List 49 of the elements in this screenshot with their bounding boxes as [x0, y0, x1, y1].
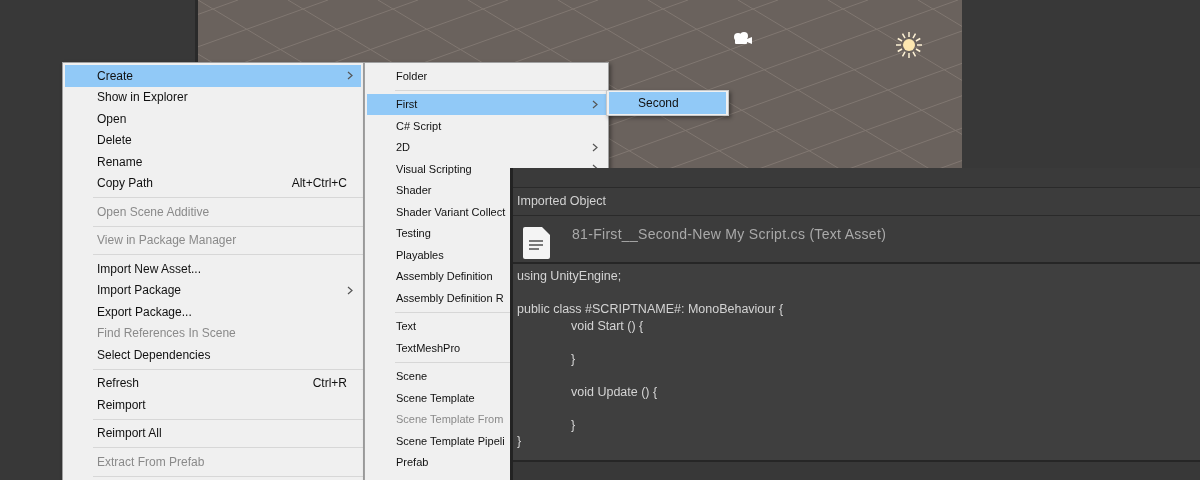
menu-item[interactable]: Shader	[396, 182, 432, 199]
code-line: using UnityEngine;	[517, 268, 623, 285]
code-line: void Update () {	[570, 383, 659, 400]
menu-item[interactable]: Text	[396, 318, 417, 335]
shortcut-text: Alt+Ctrl+C	[291, 175, 347, 193]
menu-item[interactable]: Refresh	[97, 374, 140, 393]
menu-item[interactable]: Visual Scripting	[396, 160, 472, 177]
camera-icon	[733, 31, 753, 46]
code-line: public class #SCRIPTNAME#: MonoBehaviour {	[517, 301, 785, 318]
menu-item[interactable]: Assembly Definition	[396, 268, 493, 285]
chevron-icon	[592, 142, 598, 152]
asset-title: 81-First__Second-New My Script.cs (Text Asset)	[572, 225, 887, 244]
menu-item[interactable]: C# Script	[396, 117, 442, 134]
menu-item[interactable]: Playables	[396, 246, 444, 263]
menu-item[interactable]: Rename	[97, 152, 143, 171]
chevron-icon	[347, 71, 353, 81]
menu-item[interactable]: Select Dependencies	[97, 345, 211, 364]
menu-item[interactable]: First	[367, 93, 606, 115]
menu-item[interactable]: Testing	[396, 225, 431, 242]
code-line: void Start () {	[570, 317, 645, 334]
code-line: }	[570, 350, 577, 367]
code-line: }	[517, 433, 523, 450]
menu-item[interactable]: Export Package...	[97, 302, 192, 321]
menu-item[interactable]: Second	[609, 92, 726, 114]
document-icon	[523, 227, 550, 259]
inspector-header: Imported Object	[517, 193, 606, 211]
shortcut-text: Ctrl+R	[312, 375, 347, 393]
code-line: }	[570, 416, 577, 433]
menu-item[interactable]: Import New Asset...	[97, 259, 202, 278]
menu-item[interactable]: Reimport All	[97, 424, 162, 443]
menu-item[interactable]: Folder	[396, 67, 428, 84]
chevron-icon	[592, 99, 598, 109]
menu-item[interactable]: Scene Template Pipeli	[396, 432, 505, 449]
menu-item[interactable]: Open	[97, 109, 127, 128]
chevron-icon	[347, 285, 353, 295]
menu-item[interactable]: Reimport	[97, 395, 146, 414]
menu-item[interactable]: Scene	[396, 368, 428, 385]
menu-item[interactable]: Delete	[97, 131, 132, 150]
menu-item[interactable]: Import Package	[97, 281, 182, 300]
menu-item[interactable]: 2D	[396, 139, 411, 156]
menu-item[interactable]: Prefab	[396, 454, 429, 471]
menu-item[interactable]: Scene Template	[396, 389, 475, 406]
menu-item[interactable]: Show in Explorer	[97, 88, 188, 107]
menu-item[interactable]: TextMeshPro	[396, 339, 461, 356]
menu-item[interactable]: Create	[65, 65, 361, 87]
sun-icon	[895, 31, 923, 59]
menu-item[interactable]: Assembly Definition R	[396, 289, 504, 306]
menu-item[interactable]: Shader Variant Collect	[396, 203, 506, 220]
menu-item[interactable]: Copy Path	[97, 174, 154, 193]
